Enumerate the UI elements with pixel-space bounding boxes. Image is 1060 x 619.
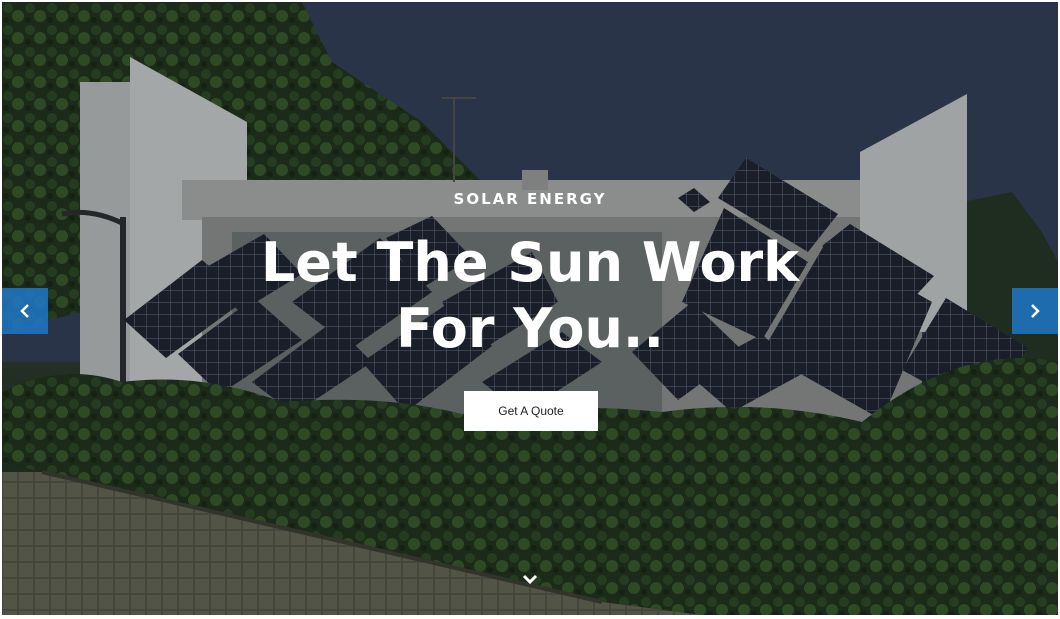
chevron-right-icon xyxy=(1031,304,1040,318)
hero-slider: SOLAR ENERGY Let The Sun Work For You.. … xyxy=(2,2,1058,615)
get-quote-button[interactable]: Get A Quote xyxy=(464,391,598,431)
chevron-down-icon[interactable] xyxy=(522,574,538,586)
hero-headline: Let The Sun Work For You.. xyxy=(260,231,800,360)
slider-prev-button[interactable] xyxy=(2,288,48,334)
hero-eyebrow: SOLAR ENERGY xyxy=(453,190,607,208)
chevron-left-icon xyxy=(20,304,29,318)
slider-next-button[interactable] xyxy=(1012,288,1058,334)
